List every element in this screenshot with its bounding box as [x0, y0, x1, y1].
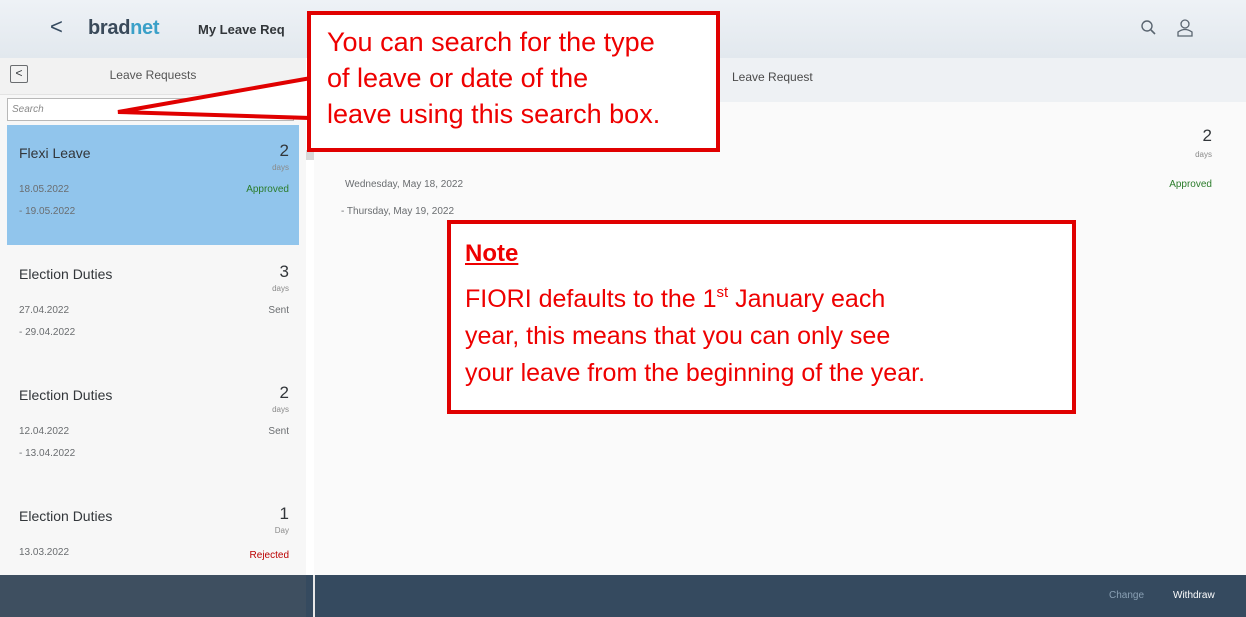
leave-type: Election Duties — [19, 387, 113, 403]
list-header: < Leave Requests — [0, 58, 306, 95]
user-icon[interactable] — [1175, 18, 1195, 38]
leave-days-unit: Day — [274, 526, 289, 535]
detail-status: Approved — [1169, 179, 1212, 190]
leave-requests-list-panel: < Leave Requests Flexi Leave 2 days 18.0… — [0, 58, 306, 575]
logo-accent: net — [130, 17, 160, 39]
leave-start-date: 27.04.2022 — [19, 305, 70, 316]
leave-status: Approved — [246, 184, 289, 195]
callout-line: leave using this search box. — [327, 99, 661, 129]
note-callout: Note FIORI defaults to the 1st January e… — [447, 220, 1076, 414]
leave-days-count: 2 — [279, 383, 289, 402]
leave-end-date: - 19.05.2022 — [19, 206, 76, 217]
leave-status: Rejected — [249, 550, 289, 561]
note-text: January each — [728, 285, 886, 313]
note-text: FIORI defaults to the 1 — [465, 285, 717, 313]
list-item[interactable]: Election Duties 3 days 27.04.2022 - 29.0… — [7, 246, 299, 366]
detail-start-date: Wednesday, May 18, 2022 — [345, 179, 464, 190]
leave-type: Flexi Leave — [19, 145, 91, 161]
search-icon[interactable] — [1139, 18, 1159, 38]
detail-end-date: - Thursday, May 19, 2022 — [341, 206, 455, 217]
detail-days-count: 2 — [1202, 126, 1212, 145]
leave-status: Sent — [268, 426, 289, 437]
footer-toolbar: Change Withdraw — [0, 575, 1246, 617]
withdraw-button[interactable]: Withdraw — [1173, 590, 1215, 601]
note-line: your leave from the beginning of the yea… — [465, 359, 926, 387]
leave-days-unit: days — [272, 163, 289, 172]
detail-title: Leave Request — [732, 70, 813, 84]
leave-type: Election Duties — [19, 266, 113, 282]
leave-end-date: - 29.04.2022 — [19, 327, 76, 338]
leave-days-count: 3 — [279, 262, 289, 281]
search-callout: You can search for the type of leave or … — [307, 11, 720, 152]
detail-days-unit: days — [1195, 150, 1212, 159]
back-button[interactable]: < — [50, 16, 63, 38]
list-footer — [0, 575, 306, 617]
callout-line: of leave or date of the — [327, 63, 589, 93]
leave-days-count: 1 — [279, 504, 289, 523]
leave-days-count: 2 — [279, 141, 289, 160]
note-superscript: st — [716, 284, 729, 301]
search-input[interactable] — [7, 98, 294, 121]
leave-type: Election Duties — [19, 508, 113, 524]
callout-line: You can search for the type — [327, 27, 655, 57]
logo-prefix: brad — [88, 17, 131, 39]
note-line: FIORI defaults to the 1st January each — [465, 284, 885, 314]
list-item[interactable]: Election Duties 1 Day 13.03.2022 Rejecte… — [7, 488, 299, 575]
app-title: My Leave Req — [198, 22, 285, 37]
list-title: Leave Requests — [109, 68, 197, 82]
footer-divider — [313, 575, 315, 617]
bradnet-logo[interactable]: bradnet — [88, 17, 160, 40]
note-line: year, this means that you can only see — [465, 322, 891, 350]
leave-start-date: 13.03.2022 — [19, 547, 70, 558]
leave-start-date: 12.04.2022 — [19, 426, 70, 437]
leave-end-date: - 13.04.2022 — [19, 448, 76, 459]
leave-status: Sent — [268, 305, 289, 316]
leave-start-date: 18.05.2022 — [19, 184, 70, 195]
note-title: Note — [465, 240, 519, 267]
leave-days-unit: days — [272, 284, 289, 293]
change-button[interactable]: Change — [1109, 590, 1144, 601]
leave-days-unit: days — [272, 405, 289, 414]
list-item[interactable]: Flexi Leave 2 days 18.05.2022 - 19.05.20… — [7, 125, 299, 245]
list-item[interactable]: Election Duties 2 days 12.04.2022 - 13.0… — [7, 367, 299, 487]
